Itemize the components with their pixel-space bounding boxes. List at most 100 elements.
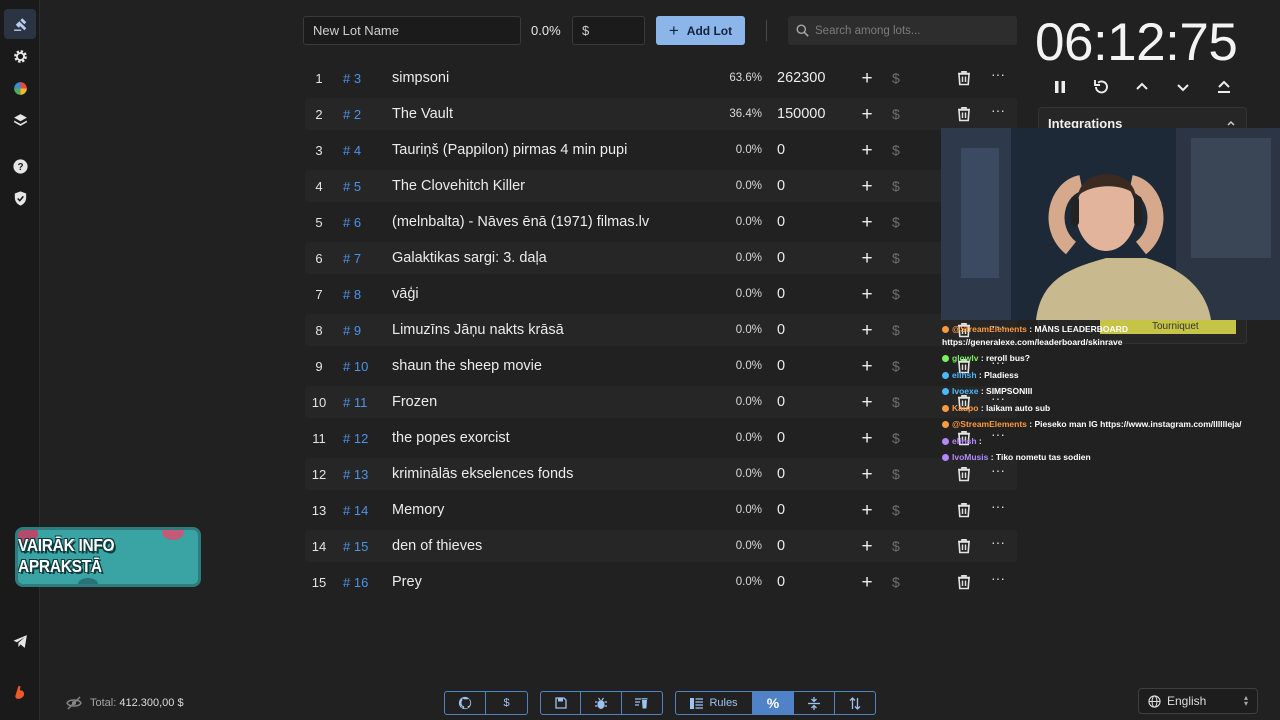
eye-off-icon[interactable] bbox=[66, 696, 82, 710]
lot-name[interactable]: shaun the sheep movie bbox=[392, 358, 542, 374]
delete-trash-icon[interactable] bbox=[956, 466, 972, 482]
add-amount-plus-icon[interactable]: + bbox=[858, 321, 876, 340]
more-options-icon[interactable]: ··· bbox=[990, 571, 1006, 590]
lot-name[interactable]: vāģi bbox=[392, 286, 419, 302]
delete-trash-icon[interactable] bbox=[956, 538, 972, 554]
lot-name[interactable]: kriminālās ekselences fonds bbox=[392, 466, 573, 482]
lot-amount[interactable]: 0 bbox=[777, 502, 785, 518]
bug-report-button[interactable] bbox=[581, 692, 622, 714]
more-options-icon[interactable]: ··· bbox=[990, 103, 1006, 122]
add-dollar-icon[interactable]: $ bbox=[892, 214, 900, 230]
shield-check-icon[interactable] bbox=[8, 186, 32, 210]
add-dollar-icon[interactable]: $ bbox=[892, 466, 900, 482]
add-dollar-icon[interactable]: $ bbox=[892, 142, 900, 158]
chevron-up-icon[interactable] bbox=[1132, 77, 1152, 97]
add-dollar-icon[interactable]: $ bbox=[892, 430, 900, 446]
add-dollar-icon[interactable]: $ bbox=[892, 574, 900, 590]
delete-trash-icon[interactable] bbox=[956, 502, 972, 518]
lot-name[interactable]: Tauriņš (Pappilon) pirmas 4 min pupi bbox=[392, 142, 627, 158]
lot-name[interactable]: Galaktikas sargi: 3. daļa bbox=[392, 250, 547, 266]
add-dollar-icon[interactable]: $ bbox=[892, 394, 900, 410]
lot-amount[interactable]: 0 bbox=[777, 394, 785, 410]
add-amount-plus-icon[interactable]: + bbox=[858, 105, 876, 124]
add-amount-plus-icon[interactable]: + bbox=[858, 501, 876, 520]
add-amount-plus-icon[interactable]: + bbox=[858, 537, 876, 556]
delete-trash-icon[interactable] bbox=[956, 574, 972, 590]
lot-name[interactable]: Prey bbox=[392, 574, 422, 590]
lot-name[interactable]: simpsoni bbox=[392, 70, 449, 86]
lot-amount[interactable]: 0 bbox=[777, 250, 785, 266]
donate-button[interactable]: $ bbox=[486, 692, 527, 714]
lot-amount[interactable]: 0 bbox=[777, 322, 785, 338]
more-options-icon[interactable]: ··· bbox=[990, 67, 1006, 86]
add-dollar-icon[interactable]: $ bbox=[892, 322, 900, 338]
lot-amount[interactable]: 0 bbox=[777, 466, 785, 482]
compact-toggle[interactable] bbox=[794, 692, 835, 714]
lot-amount[interactable]: 262300 bbox=[777, 70, 825, 86]
add-lot-button[interactable]: + Add Lot bbox=[656, 16, 745, 45]
add-amount-plus-icon[interactable]: + bbox=[858, 69, 876, 88]
add-dollar-icon[interactable]: $ bbox=[892, 502, 900, 518]
lot-name[interactable]: Limuzīns Jāņu nakts krāsā bbox=[392, 322, 564, 338]
lot-name[interactable]: Memory bbox=[392, 502, 444, 518]
lot-amount[interactable]: 0 bbox=[777, 574, 785, 590]
add-dollar-icon[interactable]: $ bbox=[892, 70, 900, 86]
lot-amount[interactable]: 0 bbox=[777, 538, 785, 554]
layers-icon[interactable] bbox=[8, 108, 32, 132]
add-amount-plus-icon[interactable]: + bbox=[858, 465, 876, 484]
lot-name[interactable]: (melnbalta) - Nāves ēnā (1971) filmas.lv bbox=[392, 214, 649, 230]
lot-name[interactable]: den of thieves bbox=[392, 538, 482, 554]
lot-name[interactable]: The Vault bbox=[392, 106, 453, 122]
new-lot-amount-input[interactable] bbox=[572, 16, 645, 45]
more-options-icon[interactable]: ··· bbox=[990, 535, 1006, 554]
lot-amount[interactable]: 150000 bbox=[777, 106, 825, 122]
search-box[interactable] bbox=[788, 16, 1017, 45]
clear-lots-button[interactable] bbox=[622, 692, 662, 714]
lot-name[interactable]: the popes exorcist bbox=[392, 430, 510, 446]
rules-button[interactable]: Rules bbox=[676, 692, 753, 714]
delete-trash-icon[interactable] bbox=[956, 106, 972, 122]
add-dollar-icon[interactable]: $ bbox=[892, 106, 900, 122]
sort-toggle[interactable] bbox=[835, 692, 875, 714]
pie-chart-icon[interactable] bbox=[8, 76, 32, 100]
telegram-icon[interactable] bbox=[8, 629, 32, 653]
double-chevron-up-icon[interactable] bbox=[1214, 77, 1234, 97]
percent-toggle[interactable]: % bbox=[753, 692, 794, 714]
search-input[interactable] bbox=[815, 16, 1010, 45]
lot-name[interactable]: Frozen bbox=[392, 394, 437, 410]
add-amount-plus-icon[interactable]: + bbox=[858, 393, 876, 412]
help-icon[interactable]: ? bbox=[8, 154, 32, 178]
add-amount-plus-icon[interactable]: + bbox=[858, 285, 876, 304]
add-amount-plus-icon[interactable]: + bbox=[858, 141, 876, 160]
language-select[interactable]: English ▴ ▾ bbox=[1138, 688, 1258, 714]
add-amount-plus-icon[interactable]: + bbox=[858, 357, 876, 376]
add-dollar-icon[interactable]: $ bbox=[892, 178, 900, 194]
pause-icon[interactable] bbox=[1050, 77, 1070, 97]
lot-amount[interactable]: 0 bbox=[777, 214, 785, 230]
lot-name[interactable]: The Clovehitch Killer bbox=[392, 178, 525, 194]
reset-icon[interactable] bbox=[1091, 77, 1111, 97]
more-options-icon[interactable]: ··· bbox=[990, 463, 1006, 482]
save-button[interactable] bbox=[541, 692, 582, 714]
add-amount-plus-icon[interactable]: + bbox=[858, 249, 876, 268]
add-dollar-icon[interactable]: $ bbox=[892, 358, 900, 374]
more-options-icon[interactable]: ··· bbox=[990, 427, 1006, 446]
more-options-icon[interactable]: ··· bbox=[990, 499, 1006, 518]
lot-amount[interactable]: 0 bbox=[777, 430, 785, 446]
gear-icon[interactable] bbox=[8, 44, 32, 68]
gavel-icon[interactable] bbox=[8, 12, 32, 36]
delete-trash-icon[interactable] bbox=[956, 70, 972, 86]
add-dollar-icon[interactable]: $ bbox=[892, 286, 900, 302]
add-amount-plus-icon[interactable]: + bbox=[858, 573, 876, 592]
add-amount-plus-icon[interactable]: + bbox=[858, 429, 876, 448]
lot-amount[interactable]: 0 bbox=[777, 178, 785, 194]
lot-amount[interactable]: 0 bbox=[777, 286, 785, 302]
lot-amount[interactable]: 0 bbox=[777, 358, 785, 374]
add-amount-plus-icon[interactable]: + bbox=[858, 213, 876, 232]
add-amount-plus-icon[interactable]: + bbox=[858, 177, 876, 196]
add-dollar-icon[interactable]: $ bbox=[892, 538, 900, 554]
new-lot-name-input[interactable] bbox=[303, 16, 521, 45]
github-button[interactable] bbox=[445, 692, 486, 714]
chevron-down-icon[interactable] bbox=[1173, 77, 1193, 97]
boosty-icon[interactable] bbox=[8, 680, 32, 704]
